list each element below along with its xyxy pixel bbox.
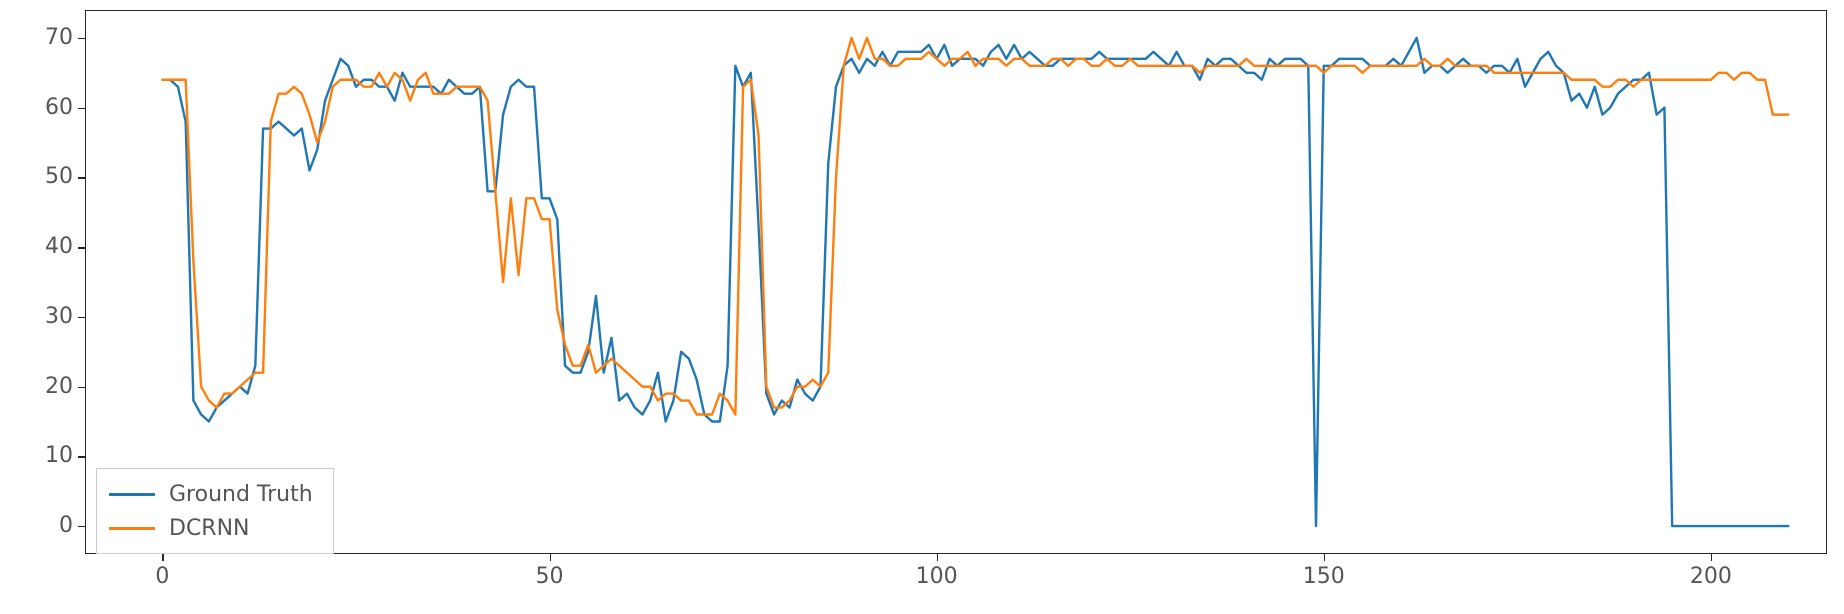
xtick-label: 0: [155, 564, 169, 589]
series-ground-truth: [162, 38, 1788, 526]
ytick-label: 70: [23, 25, 73, 50]
xtick-label: 200: [1690, 564, 1732, 589]
xtick-label: 150: [1303, 564, 1345, 589]
ytick-mark: [78, 526, 85, 527]
ytick-label: 50: [23, 164, 73, 189]
ytick-mark: [78, 177, 85, 178]
legend-swatch-dcrnn: [109, 527, 155, 530]
xtick-label: 50: [536, 564, 564, 589]
xtick-mark: [1711, 554, 1712, 561]
legend-label-dcrnn: DCRNN: [169, 516, 250, 541]
ytick-mark: [78, 247, 85, 248]
ytick-label: 40: [23, 234, 73, 259]
legend-swatch-ground-truth: [109, 493, 155, 496]
ytick-label: 60: [23, 95, 73, 120]
ytick-label: 20: [23, 374, 73, 399]
legend-item-ground-truth: Ground Truth: [109, 477, 321, 511]
ytick-mark: [78, 387, 85, 388]
ytick-label: 0: [23, 513, 73, 538]
legend-label-ground-truth: Ground Truth: [169, 482, 313, 507]
ytick-mark: [78, 108, 85, 109]
chart-lines: [85, 10, 1827, 554]
series-dcrnn: [162, 38, 1788, 415]
ytick-mark: [78, 317, 85, 318]
xtick-label: 100: [916, 564, 958, 589]
ytick-label: 10: [23, 443, 73, 468]
xtick-mark: [1324, 554, 1325, 561]
ytick-label: 30: [23, 304, 73, 329]
xtick-mark: [550, 554, 551, 561]
ytick-mark: [78, 38, 85, 39]
xtick-mark: [937, 554, 938, 561]
legend: Ground Truth DCRNN: [96, 468, 334, 554]
figure: 0 10 20 30 40 50 60 70 0 50 100 150 200 Ground Trut…: [0, 0, 1844, 614]
legend-item-dcrnn: DCRNN: [109, 511, 321, 545]
ytick-mark: [78, 456, 85, 457]
xtick-mark: [162, 554, 163, 561]
